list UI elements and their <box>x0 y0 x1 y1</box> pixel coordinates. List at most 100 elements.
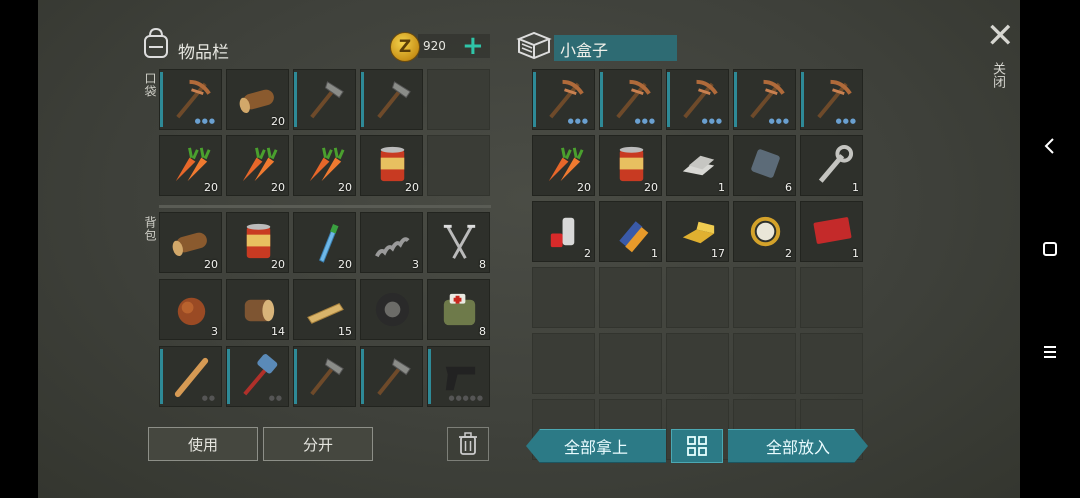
item-quantity: 20 <box>204 258 218 271</box>
box-slot[interactable]: ●●● <box>800 69 863 130</box>
box-slot[interactable]: 1 <box>666 135 729 196</box>
trash-icon <box>459 432 477 455</box>
recent-apps-button[interactable] <box>1020 332 1080 372</box>
level-dots: ●●● <box>768 117 790 125</box>
bat-icon <box>174 357 209 398</box>
battery-icon <box>619 221 649 253</box>
home-button[interactable] <box>1020 229 1080 269</box>
level-dots: ●●● <box>634 117 656 125</box>
item-quantity: 1 <box>852 247 859 260</box>
pickaxe-icon <box>549 79 584 119</box>
pocket-slot[interactable]: 20 <box>360 135 423 196</box>
item-quantity: 20 <box>338 258 352 271</box>
backpack-slot[interactable] <box>360 346 423 407</box>
item-quantity: 1 <box>651 247 658 260</box>
sort-button[interactable] <box>671 429 723 463</box>
backpack-slot[interactable]: 20 <box>159 212 222 273</box>
wrench-icon <box>818 144 854 183</box>
item-quantity: 3 <box>412 258 419 271</box>
level-dots: ●● <box>268 394 283 402</box>
durability-bar <box>734 72 737 127</box>
box-slot[interactable] <box>599 333 662 394</box>
backpack-label: 背包 <box>143 216 157 242</box>
backpack-slot[interactable] <box>293 346 356 407</box>
durability-bar <box>227 349 230 404</box>
pocket-slot[interactable]: 20 <box>226 135 289 196</box>
box-slot[interactable]: ●●● <box>666 69 729 130</box>
close-label[interactable]: 关闭 <box>988 62 1007 88</box>
pocket-slot[interactable]: 20 <box>226 69 289 130</box>
durability-bar <box>600 72 603 127</box>
box-slot[interactable] <box>800 267 863 328</box>
chevron-left-icon <box>1044 138 1054 154</box>
durability-bar <box>160 349 163 404</box>
box-name-field[interactable]: 小盒子 <box>554 35 677 61</box>
level-dots: ●●●●● <box>448 394 484 402</box>
box-slot[interactable] <box>800 333 863 394</box>
backpack-slot[interactable]: 14 <box>226 279 289 340</box>
box-slot[interactable]: 1 <box>599 201 662 262</box>
system-nav-bar <box>1020 0 1080 498</box>
use-button[interactable]: 使用 <box>148 427 258 461</box>
durability-bar <box>294 349 297 404</box>
backpack-slot[interactable]: ●● <box>226 346 289 407</box>
durability-bar <box>667 72 670 127</box>
box-slot[interactable]: 6 <box>733 135 796 196</box>
backpack-slot[interactable]: 15 <box>293 279 356 340</box>
pocket-slot[interactable]: 20 <box>293 135 356 196</box>
item-quantity: 14 <box>271 325 285 338</box>
box-slot[interactable] <box>532 267 595 328</box>
box-slot[interactable] <box>666 267 729 328</box>
pocket-slot[interactable]: ●●● <box>159 69 222 130</box>
sort-grid-icon <box>687 436 707 456</box>
box-slot[interactable]: 2 <box>733 201 796 262</box>
box-slot[interactable] <box>599 267 662 328</box>
box-icon <box>516 31 552 60</box>
pocket-slot[interactable] <box>293 69 356 130</box>
backpack-slot[interactable]: 20 <box>226 212 289 273</box>
backpack-slot[interactable] <box>360 279 423 340</box>
box-slot[interactable]: 1 <box>800 201 863 262</box>
coupon-icon <box>813 217 852 244</box>
level-dots: ●●● <box>835 117 857 125</box>
pocket-slot[interactable]: 20 <box>159 135 222 196</box>
backpack-slot[interactable]: 8 <box>427 279 490 340</box>
pocket-slot[interactable] <box>360 69 423 130</box>
box-slot[interactable]: 2 <box>532 201 595 262</box>
backpack-slot[interactable]: 8 <box>427 212 490 273</box>
box-slot[interactable]: 1 <box>800 135 863 196</box>
put-all-button[interactable]: 全部放入 <box>728 429 868 463</box>
level-dots: ●● <box>201 394 216 402</box>
backpack-slot[interactable]: 20 <box>293 212 356 273</box>
trash-button[interactable] <box>447 427 489 461</box>
resin-icon <box>177 297 206 326</box>
backpack-slot[interactable]: 3 <box>159 279 222 340</box>
take-all-button[interactable]: 全部拿上 <box>526 429 666 463</box>
box-slot[interactable]: ●●● <box>532 69 595 130</box>
box-slot[interactable]: 20 <box>599 135 662 196</box>
box-slot[interactable]: 17 <box>666 201 729 262</box>
backpack-slot[interactable]: 3 <box>360 212 423 273</box>
durability-bar <box>361 72 364 127</box>
box-slot[interactable]: 20 <box>532 135 595 196</box>
pocket-slot[interactable] <box>427 135 490 196</box>
add-coins-button[interactable]: + <box>462 32 484 60</box>
split-button[interactable]: 分开 <box>263 427 373 461</box>
item-quantity: 1 <box>718 181 725 194</box>
hammer-icon <box>310 358 344 396</box>
box-slot[interactable] <box>733 333 796 394</box>
box-slot[interactable]: ●●● <box>599 69 662 130</box>
close-button[interactable]: ✕ <box>986 19 1015 53</box>
backpack-slot[interactable]: ●● <box>159 346 222 407</box>
box-slot[interactable] <box>532 333 595 394</box>
box-slot[interactable] <box>666 333 729 394</box>
item-quantity: 20 <box>204 181 218 194</box>
item-quantity: 2 <box>584 247 591 260</box>
backpack-slot[interactable]: ●●●●● <box>427 346 490 407</box>
pickaxe-icon <box>616 79 651 119</box>
back-button[interactable] <box>1020 126 1080 166</box>
pocket-slot[interactable] <box>427 69 490 130</box>
box-slot[interactable]: ●●● <box>733 69 796 130</box>
box-slot[interactable] <box>733 267 796 328</box>
inventory-title: 物品栏 <box>178 43 229 63</box>
